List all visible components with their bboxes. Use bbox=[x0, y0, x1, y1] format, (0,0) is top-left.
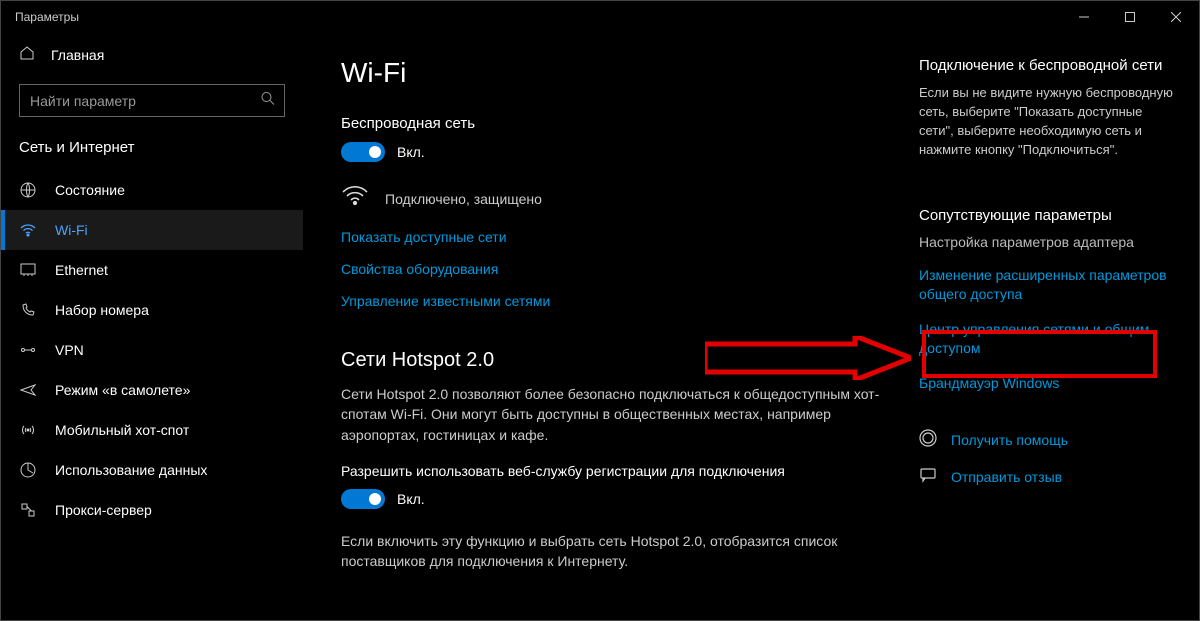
page-title: Wi-Fi bbox=[341, 57, 901, 89]
feedback-icon bbox=[919, 466, 937, 489]
main-content: Wi-Fi Беспроводная сеть Вкл. Подключено,… bbox=[341, 57, 901, 620]
dialup-icon bbox=[19, 301, 37, 319]
sidebar-item-label: Прокси-сервер bbox=[55, 502, 152, 518]
advanced-sharing-link[interactable]: Изменение расширенных параметров общего … bbox=[919, 266, 1179, 304]
wifi-toggle[interactable] bbox=[341, 142, 385, 162]
right-desc-1: Если вы не видите нужную беспроводную се… bbox=[919, 84, 1179, 159]
sidebar-item-ethernet[interactable]: Ethernet bbox=[1, 250, 303, 290]
search-icon bbox=[261, 91, 275, 110]
sidebar: Главная Сеть и Интернет Состояние Wi-Fi … bbox=[1, 33, 311, 620]
toggle-label: Вкл. bbox=[397, 491, 425, 507]
home-button[interactable]: Главная bbox=[1, 33, 303, 78]
hardware-props-link[interactable]: Свойства оборудования bbox=[341, 261, 901, 277]
data-icon bbox=[19, 461, 37, 479]
wifi-signal-icon bbox=[341, 184, 369, 213]
sidebar-item-status[interactable]: Состояние bbox=[1, 170, 303, 210]
sidebar-item-dialup[interactable]: Набор номера bbox=[1, 290, 303, 330]
sidebar-item-label: Использование данных bbox=[55, 462, 207, 478]
get-help-link[interactable]: Получить помощь bbox=[951, 432, 1068, 448]
window-title: Параметры bbox=[15, 10, 79, 24]
category-title: Сеть и Интернет bbox=[1, 137, 303, 170]
sidebar-item-airplane[interactable]: Режим «в самолете» bbox=[1, 370, 303, 410]
hotspot-icon bbox=[19, 421, 37, 439]
allow-text: Разрешить использовать веб-службу регист… bbox=[341, 463, 901, 479]
sidebar-item-label: Состояние bbox=[55, 182, 125, 198]
sidebar-item-hotspot[interactable]: Мобильный хот-спот bbox=[1, 410, 303, 450]
adapter-settings-link[interactable]: Настройка параметров адаптера bbox=[919, 234, 1179, 250]
ethernet-icon bbox=[19, 261, 37, 279]
known-networks-link[interactable]: Управление известными сетями bbox=[341, 293, 901, 309]
home-icon bbox=[19, 45, 35, 64]
sidebar-item-label: Режим «в самолете» bbox=[55, 382, 190, 398]
sidebar-item-label: Набор номера bbox=[55, 302, 149, 318]
hotspot-desc: Сети Hotspot 2.0 позволяют более безопас… bbox=[341, 384, 901, 445]
sidebar-item-label: Wi-Fi bbox=[55, 222, 88, 238]
sidebar-item-vpn[interactable]: VPN bbox=[1, 330, 303, 370]
sidebar-item-wifi[interactable]: Wi-Fi bbox=[1, 210, 303, 250]
help-icon bbox=[919, 429, 937, 452]
wifi-icon bbox=[19, 221, 37, 239]
feedback-link[interactable]: Отправить отзыв bbox=[951, 469, 1062, 485]
show-networks-link[interactable]: Показать доступные сети bbox=[341, 229, 901, 245]
titlebar: Параметры bbox=[1, 1, 1199, 33]
right-header-2: Сопутствующие параметры bbox=[919, 207, 1179, 224]
hotspot-toggle[interactable] bbox=[341, 489, 385, 509]
maximize-button[interactable] bbox=[1107, 1, 1153, 33]
minimize-button[interactable] bbox=[1061, 1, 1107, 33]
close-button[interactable] bbox=[1153, 1, 1199, 33]
proxy-icon bbox=[19, 501, 37, 519]
sidebar-item-datausage[interactable]: Использование данных bbox=[1, 450, 303, 490]
sidebar-item-label: Мобильный хот-спот bbox=[55, 422, 189, 438]
right-panel: Подключение к беспроводной сети Если вы … bbox=[919, 57, 1189, 620]
sidebar-item-proxy[interactable]: Прокси-сервер bbox=[1, 490, 303, 530]
network-center-link[interactable]: Центр управления сетями и общим доступом bbox=[919, 320, 1179, 358]
airplane-icon bbox=[19, 381, 37, 399]
search-input[interactable] bbox=[19, 84, 285, 117]
wireless-header: Беспроводная сеть bbox=[341, 115, 901, 132]
hotspot-header: Сети Hotspot 2.0 bbox=[341, 349, 901, 372]
status-icon bbox=[19, 181, 37, 199]
sidebar-item-label: VPN bbox=[55, 342, 84, 358]
right-header-1: Подключение к беспроводной сети bbox=[919, 57, 1179, 74]
firewall-link[interactable]: Брандмауэр Windows bbox=[919, 374, 1179, 393]
sidebar-item-label: Ethernet bbox=[55, 262, 108, 278]
toggle-label: Вкл. bbox=[397, 144, 425, 160]
footer-desc: Если включить эту функцию и выбрать сеть… bbox=[341, 531, 901, 572]
vpn-icon bbox=[19, 341, 37, 359]
home-label: Главная bbox=[51, 47, 104, 63]
wifi-status: Подключено, защищено bbox=[385, 191, 542, 207]
